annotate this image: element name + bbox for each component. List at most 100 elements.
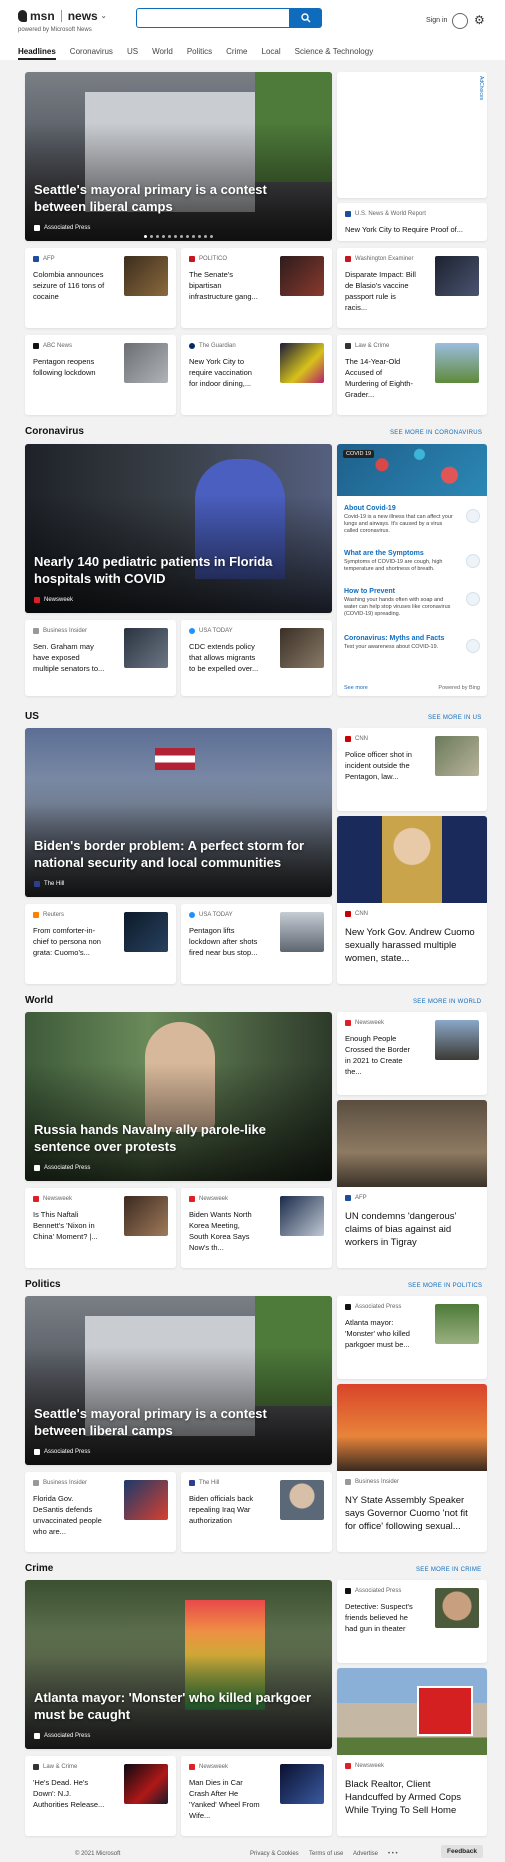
see-more-crime-link[interactable]: SEE MORE IN CRIME [416, 1567, 481, 1573]
news-card[interactable]: Newsweek Enough People Crossed the Borde… [337, 1012, 487, 1095]
card-title[interactable]: UN condemns 'dangerous' claims of bias a… [345, 1210, 479, 1249]
tab-science-technology[interactable]: Science & Technology [295, 47, 374, 60]
news-card-tall[interactable]: CNN New York Gov. Andrew Cuomo sexually … [337, 816, 487, 984]
tab-politics[interactable]: Politics [187, 47, 212, 60]
card-title[interactable]: Detective: Suspect's friends believed he… [345, 1601, 417, 1634]
chevron-down-icon[interactable]: ⌄ [101, 12, 107, 20]
news-card-tall[interactable]: Newsweek Black Realtor, Client Handcuffe… [337, 1668, 487, 1836]
advertise-link[interactable]: Advertise [353, 1851, 378, 1857]
card-title[interactable]: Is This Naftali Bennett's 'Nixon in Chin… [33, 1209, 105, 1242]
tab-headlines[interactable]: Headlines [18, 47, 56, 60]
news-card[interactable]: Washington Examiner Disparate Impact: Bi… [337, 248, 487, 328]
politics-hero[interactable]: Seattle's mayoral primary is a contest b… [25, 1296, 332, 1465]
news-card[interactable]: Associated Press Detective: Suspect's fr… [337, 1580, 487, 1663]
card-title[interactable]: Man Dies in Car Crash After He 'Yanked' … [189, 1777, 261, 1821]
hero-title[interactable]: Seattle's mayoral primary is a contest b… [34, 181, 318, 215]
news-card[interactable]: ABC News Pentagon reopens following lock… [25, 335, 176, 415]
card-title[interactable]: New York City to require vaccination for… [189, 356, 261, 389]
news-card[interactable]: Reuters From comforter-in-chief to perso… [25, 904, 176, 984]
news-card[interactable]: USA TODAY Pentagon lifts lockdown after … [181, 904, 332, 984]
card-title[interactable]: Pentagon reopens following lockdown [33, 356, 105, 378]
news-card[interactable]: CNN Police officer shot in incident outs… [337, 728, 487, 811]
card-title[interactable]: Sen. Graham may have exposed multiple se… [33, 641, 105, 674]
card-title[interactable]: New York Gov. Andrew Cuomo sexually hara… [345, 926, 479, 965]
news-card[interactable]: The Hill Biden officials back repealing … [181, 1472, 332, 1552]
covid-item-prevent[interactable]: How to Prevent Washing your hands often … [344, 588, 480, 618]
publisher-name: Reuters [43, 912, 65, 918]
card-title[interactable]: CDC extends policy that allows migrants … [189, 641, 261, 674]
news-card[interactable]: POLITICO The Senate's bipartisan infrast… [181, 248, 332, 328]
publisher-logo-icon [34, 1449, 40, 1455]
card-title[interactable]: The Senate's bipartisan infrastructure g… [189, 269, 261, 302]
tab-crime[interactable]: Crime [226, 47, 247, 60]
card-title[interactable]: Florida Gov. DeSantis defends unvaccinat… [33, 1493, 105, 1537]
search-input[interactable] [136, 8, 290, 28]
top-hero[interactable]: Seattle's mayoral primary is a contest b… [25, 72, 332, 241]
covid-item-myths[interactable]: Coronavirus: Myths and Facts Test your a… [344, 635, 480, 653]
card-title[interactable]: Atlanta mayor: 'Monster' who killed park… [345, 1317, 417, 1350]
news-card[interactable]: USA TODAY CDC extends policy that allows… [181, 620, 332, 696]
covid-tag: COVID 19 [343, 450, 375, 458]
world-hero[interactable]: Russia hands Navalny ally parole-like se… [25, 1012, 332, 1181]
news-card[interactable]: Law & Crime The 14-Year-Old Accused of M… [337, 335, 487, 415]
news-card[interactable]: Associated Press Atlanta mayor: 'Monster… [337, 1296, 487, 1379]
search-button[interactable] [290, 8, 322, 28]
hero-title[interactable]: Seattle's mayoral primary is a contest b… [34, 1405, 318, 1439]
card-title[interactable]: Pentagon lifts lockdown after shots fire… [189, 925, 261, 958]
news-card[interactable]: Business Insider Sen. Graham may have ex… [25, 620, 176, 696]
card-title[interactable]: Enough People Crossed the Border in 2021… [345, 1033, 417, 1077]
card-title[interactable]: NY State Assembly Speaker says Governor … [345, 1494, 479, 1533]
card-title[interactable]: The 14-Year-Old Accused of Murdering of … [345, 356, 417, 400]
more-menu-icon[interactable]: • • • [388, 1851, 398, 1857]
tab-coronavirus[interactable]: Coronavirus [70, 47, 113, 60]
avatar-icon[interactable] [452, 13, 468, 29]
crime-hero[interactable]: Atlanta mayor: 'Monster' who killed park… [25, 1580, 332, 1749]
covid-item-symptoms[interactable]: What are the Symptoms Symptoms of COVID-… [344, 550, 480, 573]
hero-title[interactable]: Biden's border problem: A perfect storm … [34, 837, 318, 871]
card-title[interactable]: Black Realtor, Client Handcuffed by Arme… [345, 1778, 479, 1817]
see-more-link[interactable]: See more [344, 685, 368, 691]
news-card[interactable]: Business Insider Florida Gov. DeSantis d… [25, 1472, 176, 1552]
card-title[interactable]: Disparate Impact: Bill de Blasio's vacci… [345, 269, 417, 313]
news-card-tall[interactable]: AFP UN condemns 'dangerous' claims of bi… [337, 1100, 487, 1268]
card-title[interactable]: Police officer shot in incident outside … [345, 749, 417, 782]
hero-title[interactable]: Russia hands Navalny ally parole-like se… [34, 1121, 318, 1155]
news-card[interactable]: Newsweek Biden Wants North Korea Meeting… [181, 1188, 332, 1268]
card-title[interactable]: Biden officials back repealing Iraq War … [189, 1493, 261, 1526]
tab-us[interactable]: US [127, 47, 138, 60]
msn-logo[interactable]: msn news ⌄ [18, 9, 107, 23]
card-title[interactable]: New York City to Require Proof of... [345, 225, 463, 234]
see-more-coronavirus-link[interactable]: SEE MORE IN CORONAVIRUS [390, 430, 482, 436]
see-more-politics-link[interactable]: SEE MORE IN POLITICS [408, 1283, 482, 1289]
news-card[interactable]: Newsweek Man Dies in Car Crash After He … [181, 1756, 332, 1836]
news-card[interactable]: Law & Crime 'He's Dead. He's Down': N.J.… [25, 1756, 176, 1836]
hero-title[interactable]: Atlanta mayor: 'Monster' who killed park… [34, 1689, 318, 1723]
tab-world[interactable]: World [152, 47, 173, 60]
usnews-card[interactable]: U.S. News & World Report New York City t… [337, 203, 487, 241]
sign-in-link[interactable]: Sign in [426, 17, 447, 24]
tab-local[interactable]: Local [262, 47, 281, 60]
publisher-logo-icon [34, 597, 40, 603]
news-card[interactable]: Newsweek Is This Naftali Bennett's 'Nixo… [25, 1188, 176, 1268]
card-title[interactable]: Biden Wants North Korea Meeting, South K… [189, 1209, 261, 1253]
section-heading-politics: Politics [25, 1279, 61, 1290]
see-more-world-link[interactable]: SEE MORE IN WORLD [413, 999, 481, 1005]
adchoices-label[interactable]: AdChoices [478, 76, 484, 100]
see-more-us-link[interactable]: SEE MORE IN US [428, 715, 482, 721]
card-title[interactable]: 'He's Dead. He's Down': N.J. Authorities… [33, 1777, 105, 1810]
card-title[interactable]: From comforter-in-chief to persona non g… [33, 925, 105, 958]
ad-slot[interactable]: AdChoices [337, 72, 487, 198]
news-card[interactable]: AFP Colombia announces seizure of 116 to… [25, 248, 176, 328]
news-card[interactable]: The Guardian New York City to require va… [181, 335, 332, 415]
hero-title[interactable]: Nearly 140 pediatric patients in Florida… [34, 553, 318, 587]
terms-link[interactable]: Terms of use [309, 1851, 343, 1857]
news-card-tall[interactable]: Business Insider NY State Assembly Speak… [337, 1384, 487, 1552]
covid-item-about[interactable]: About Covid-19 Covid-19 is a new illness… [344, 505, 480, 535]
gear-icon[interactable]: ⚙ [474, 13, 485, 27]
privacy-link[interactable]: Privacy & Cookies [250, 1851, 299, 1857]
coronavirus-hero[interactable]: Nearly 140 pediatric patients in Florida… [25, 444, 332, 613]
feedback-button[interactable]: Feedback [441, 1845, 483, 1858]
carousel-dots[interactable] [25, 235, 332, 238]
card-title[interactable]: Colombia announces seizure of 116 tons o… [33, 269, 105, 302]
us-hero[interactable]: Biden's border problem: A perfect storm … [25, 728, 332, 897]
